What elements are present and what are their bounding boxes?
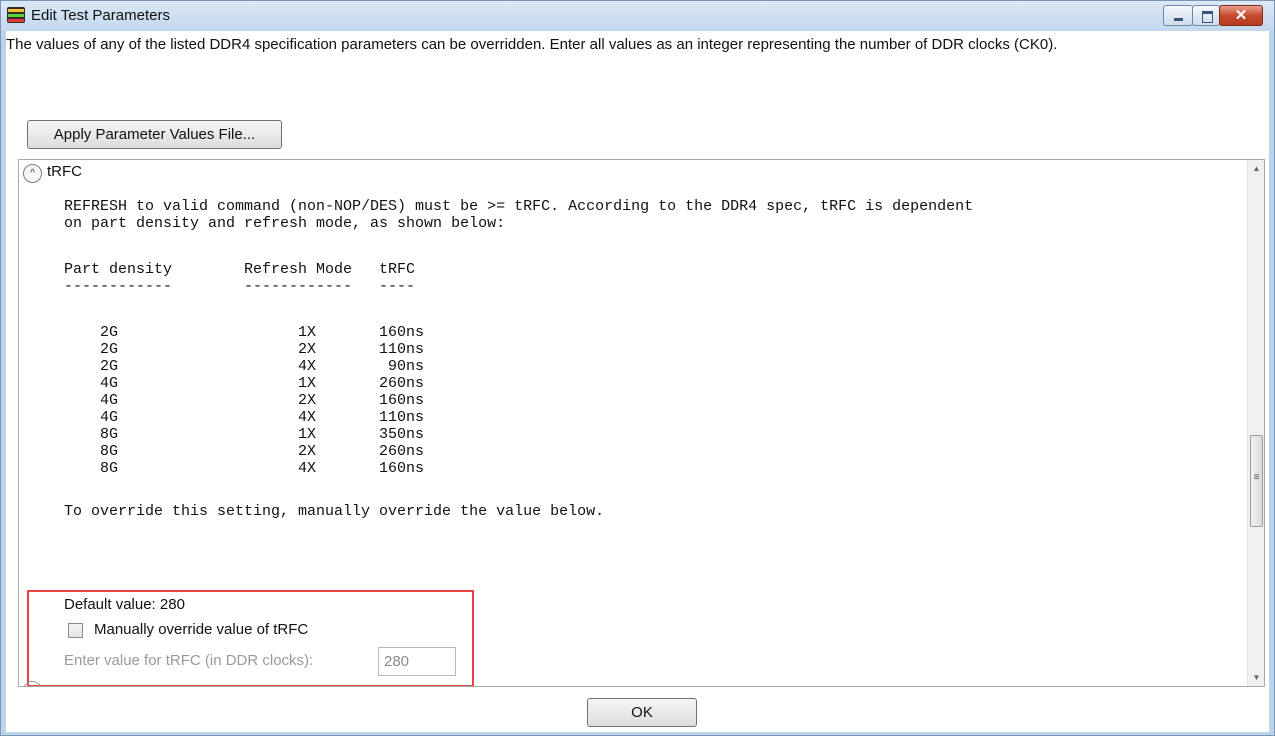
- table-row: 4G 1X 260ns: [64, 375, 425, 392]
- table-row: 8G 1X 350ns: [64, 426, 425, 443]
- title-bar[interactable]: Edit Test Parameters ✕: [1, 1, 1274, 31]
- table-row: 8G 2X 260ns: [64, 443, 425, 460]
- section-description-line-2: on part density and refresh mode, as sho…: [64, 215, 506, 232]
- minimize-button[interactable]: [1163, 5, 1193, 26]
- table-row: 8G 4X 160ns: [64, 460, 425, 477]
- table-row: 4G 2X 160ns: [64, 392, 425, 409]
- section-title-trfc: tRFC: [47, 163, 82, 180]
- dialog-footer: OK: [6, 687, 1269, 732]
- close-icon: ✕: [1234, 7, 1248, 24]
- grip-icon: ≡: [1253, 472, 1260, 483]
- table-header: Part density Refresh Mode tRFC: [64, 261, 416, 278]
- parameters-scroll-panel[interactable]: ^ tRFC REFRESH to valid command (non-NOP…: [18, 159, 1265, 687]
- instructions-text: The values of any of the listed DDR4 spe…: [6, 36, 1058, 53]
- scroll-down-arrow-icon[interactable]: ▼: [1248, 669, 1264, 686]
- app-waveform-icon: [7, 7, 25, 23]
- vertical-scrollbar[interactable]: ▲ ≡ ▼: [1247, 160, 1264, 686]
- table-row: 2G 2X 110ns: [64, 341, 425, 358]
- manual-override-checkbox[interactable]: [68, 623, 83, 638]
- section-description-line-1: REFRESH to valid command (non-NOP/DES) m…: [64, 198, 974, 215]
- scroll-up-arrow-icon[interactable]: ▲: [1248, 160, 1264, 177]
- scrollbar-thumb[interactable]: ≡: [1250, 435, 1263, 527]
- table-rule: ------------ ------------ ----: [64, 278, 416, 295]
- close-button[interactable]: ✕: [1219, 5, 1263, 26]
- override-note: To override this setting, manually overr…: [64, 503, 605, 520]
- manual-override-label[interactable]: Manually override value of tRFC: [94, 621, 308, 638]
- ok-button[interactable]: OK: [587, 698, 697, 727]
- edit-test-parameters-window: Edit Test Parameters ✕ The values of any…: [0, 0, 1275, 736]
- trfc-value-label: Enter value for tRFC (in DDR clocks):: [64, 652, 314, 669]
- apply-parameter-values-file-button[interactable]: Apply Parameter Values File...: [27, 120, 282, 149]
- table-row: 2G 1X 160ns: [64, 324, 425, 341]
- trfc-value-input[interactable]: [378, 647, 456, 676]
- default-value-label: Default value: 280: [64, 596, 185, 613]
- table-row: 2G 4X 90ns: [64, 358, 425, 375]
- collapse-chevron-icon[interactable]: ^: [23, 164, 42, 183]
- dialog-body: The values of any of the listed DDR4 spe…: [6, 31, 1269, 732]
- window-title: Edit Test Parameters: [31, 7, 170, 24]
- table-row: 4G 4X 110ns: [64, 409, 425, 426]
- maximize-button[interactable]: [1192, 5, 1220, 26]
